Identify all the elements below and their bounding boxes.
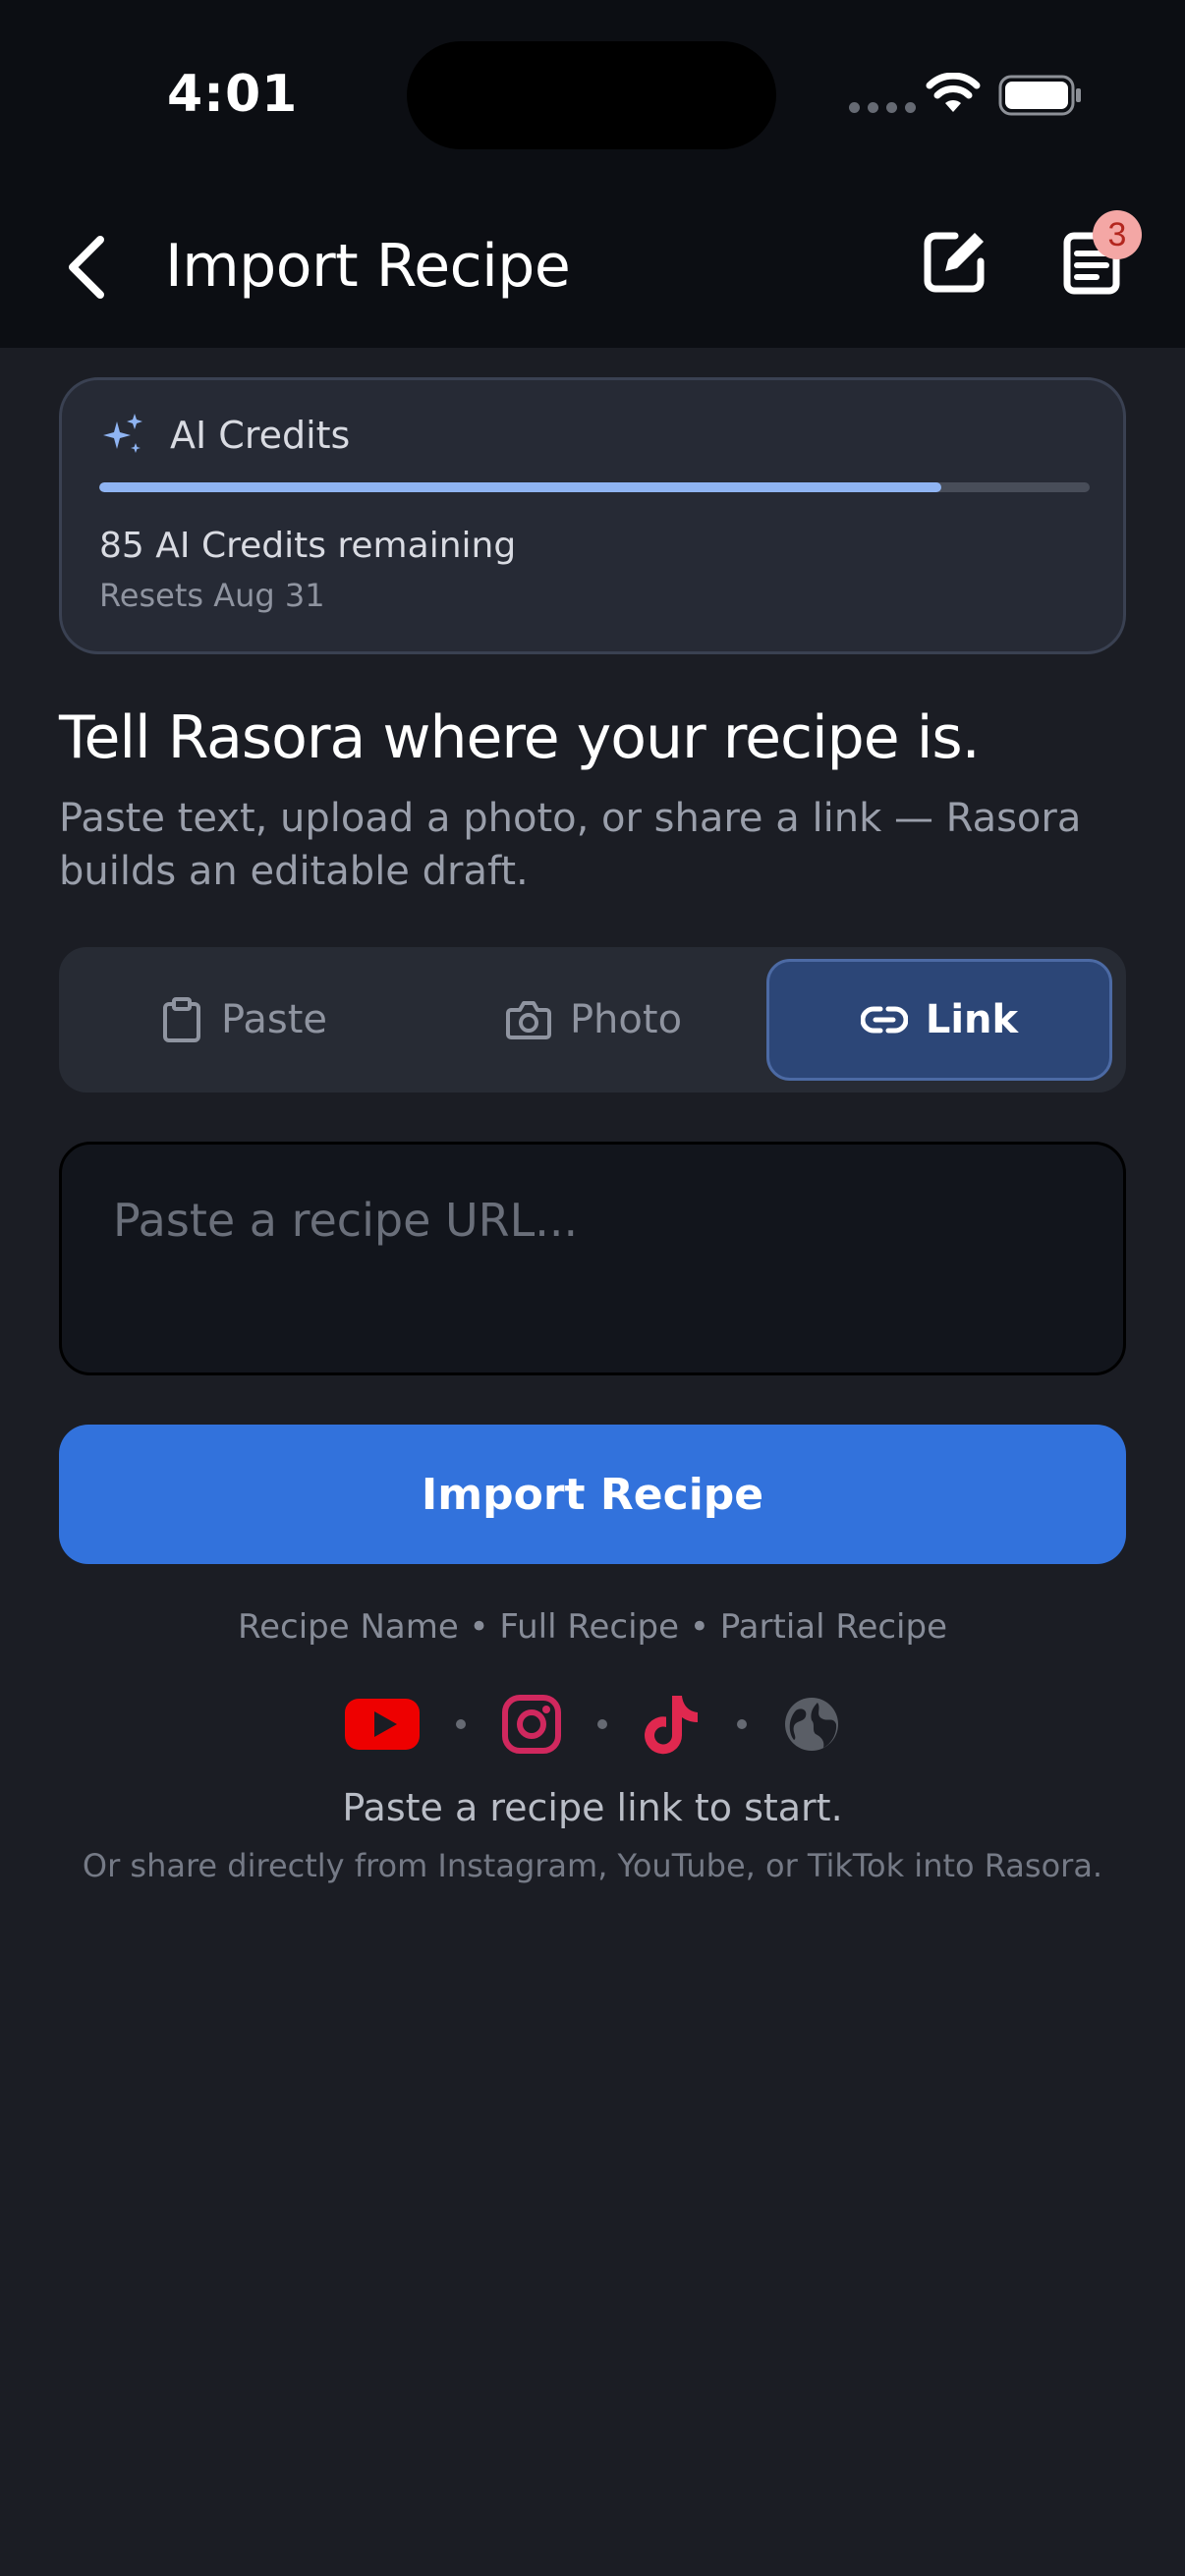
supported-recipe-types: Recipe Name • Full Recipe • Partial Reci… (237, 1607, 948, 1647)
edit-button[interactable] (916, 222, 994, 301)
back-button[interactable] (57, 228, 116, 307)
globe-icon (785, 1698, 838, 1751)
credits-reset-date: Resets Aug 31 (99, 577, 325, 614)
clipboard-icon (163, 997, 201, 1042)
instagram-icon (502, 1695, 561, 1754)
tab-paste[interactable]: Paste (73, 959, 415, 1081)
link-icon (860, 1006, 908, 1034)
drafts-count-badge: 3 (1093, 210, 1142, 259)
credits-progress-fill (99, 482, 941, 492)
separator-dot (597, 1719, 607, 1729)
tab-paste-label: Paste (221, 997, 327, 1042)
sparkle-icon (103, 414, 142, 453)
ai-credits-card: AI Credits 85 AI Credits remaining Reset… (59, 377, 1126, 654)
tab-photo-label: Photo (569, 997, 683, 1042)
hint-secondary: Or share directly from Instagram, YouTub… (82, 1847, 1103, 1884)
chevron-left-icon (69, 236, 104, 299)
credits-remaining: 85 AI Credits remaining (99, 526, 517, 566)
tiktok-icon (645, 1696, 698, 1755)
camera-icon (505, 1001, 551, 1039)
subtitle: Paste text, upload a photo, or share a l… (59, 796, 1082, 894)
page-title: Import Recipe (165, 232, 571, 301)
status-time: 4:01 (167, 65, 299, 124)
edit-icon (924, 232, 985, 293)
credits-title: AI Credits (170, 414, 351, 457)
credits-progress-bar (99, 482, 1090, 492)
import-mode-selector: Paste Photo Link (59, 947, 1126, 1092)
navigation-bar: 4:01 Import Recipe 3 (0, 0, 1185, 348)
youtube-icon (345, 1699, 420, 1750)
tab-photo[interactable]: Photo (423, 959, 764, 1081)
cellular-signal-icon (849, 102, 916, 113)
battery-icon (998, 75, 1081, 116)
import-recipe-button[interactable]: Import Recipe (59, 1425, 1126, 1564)
dynamic-island (407, 41, 776, 149)
separator-dot (456, 1719, 466, 1729)
hint-primary: Paste a recipe link to start. (342, 1786, 843, 1829)
separator-dot (737, 1719, 747, 1729)
headline: Tell Rasora where your recipe is. (59, 703, 981, 772)
wifi-icon (926, 73, 981, 112)
tab-link-label: Link (925, 997, 1019, 1042)
supported-sources (0, 1692, 1185, 1757)
tab-link[interactable]: Link (766, 959, 1112, 1081)
recipe-url-input[interactable] (59, 1142, 1126, 1375)
